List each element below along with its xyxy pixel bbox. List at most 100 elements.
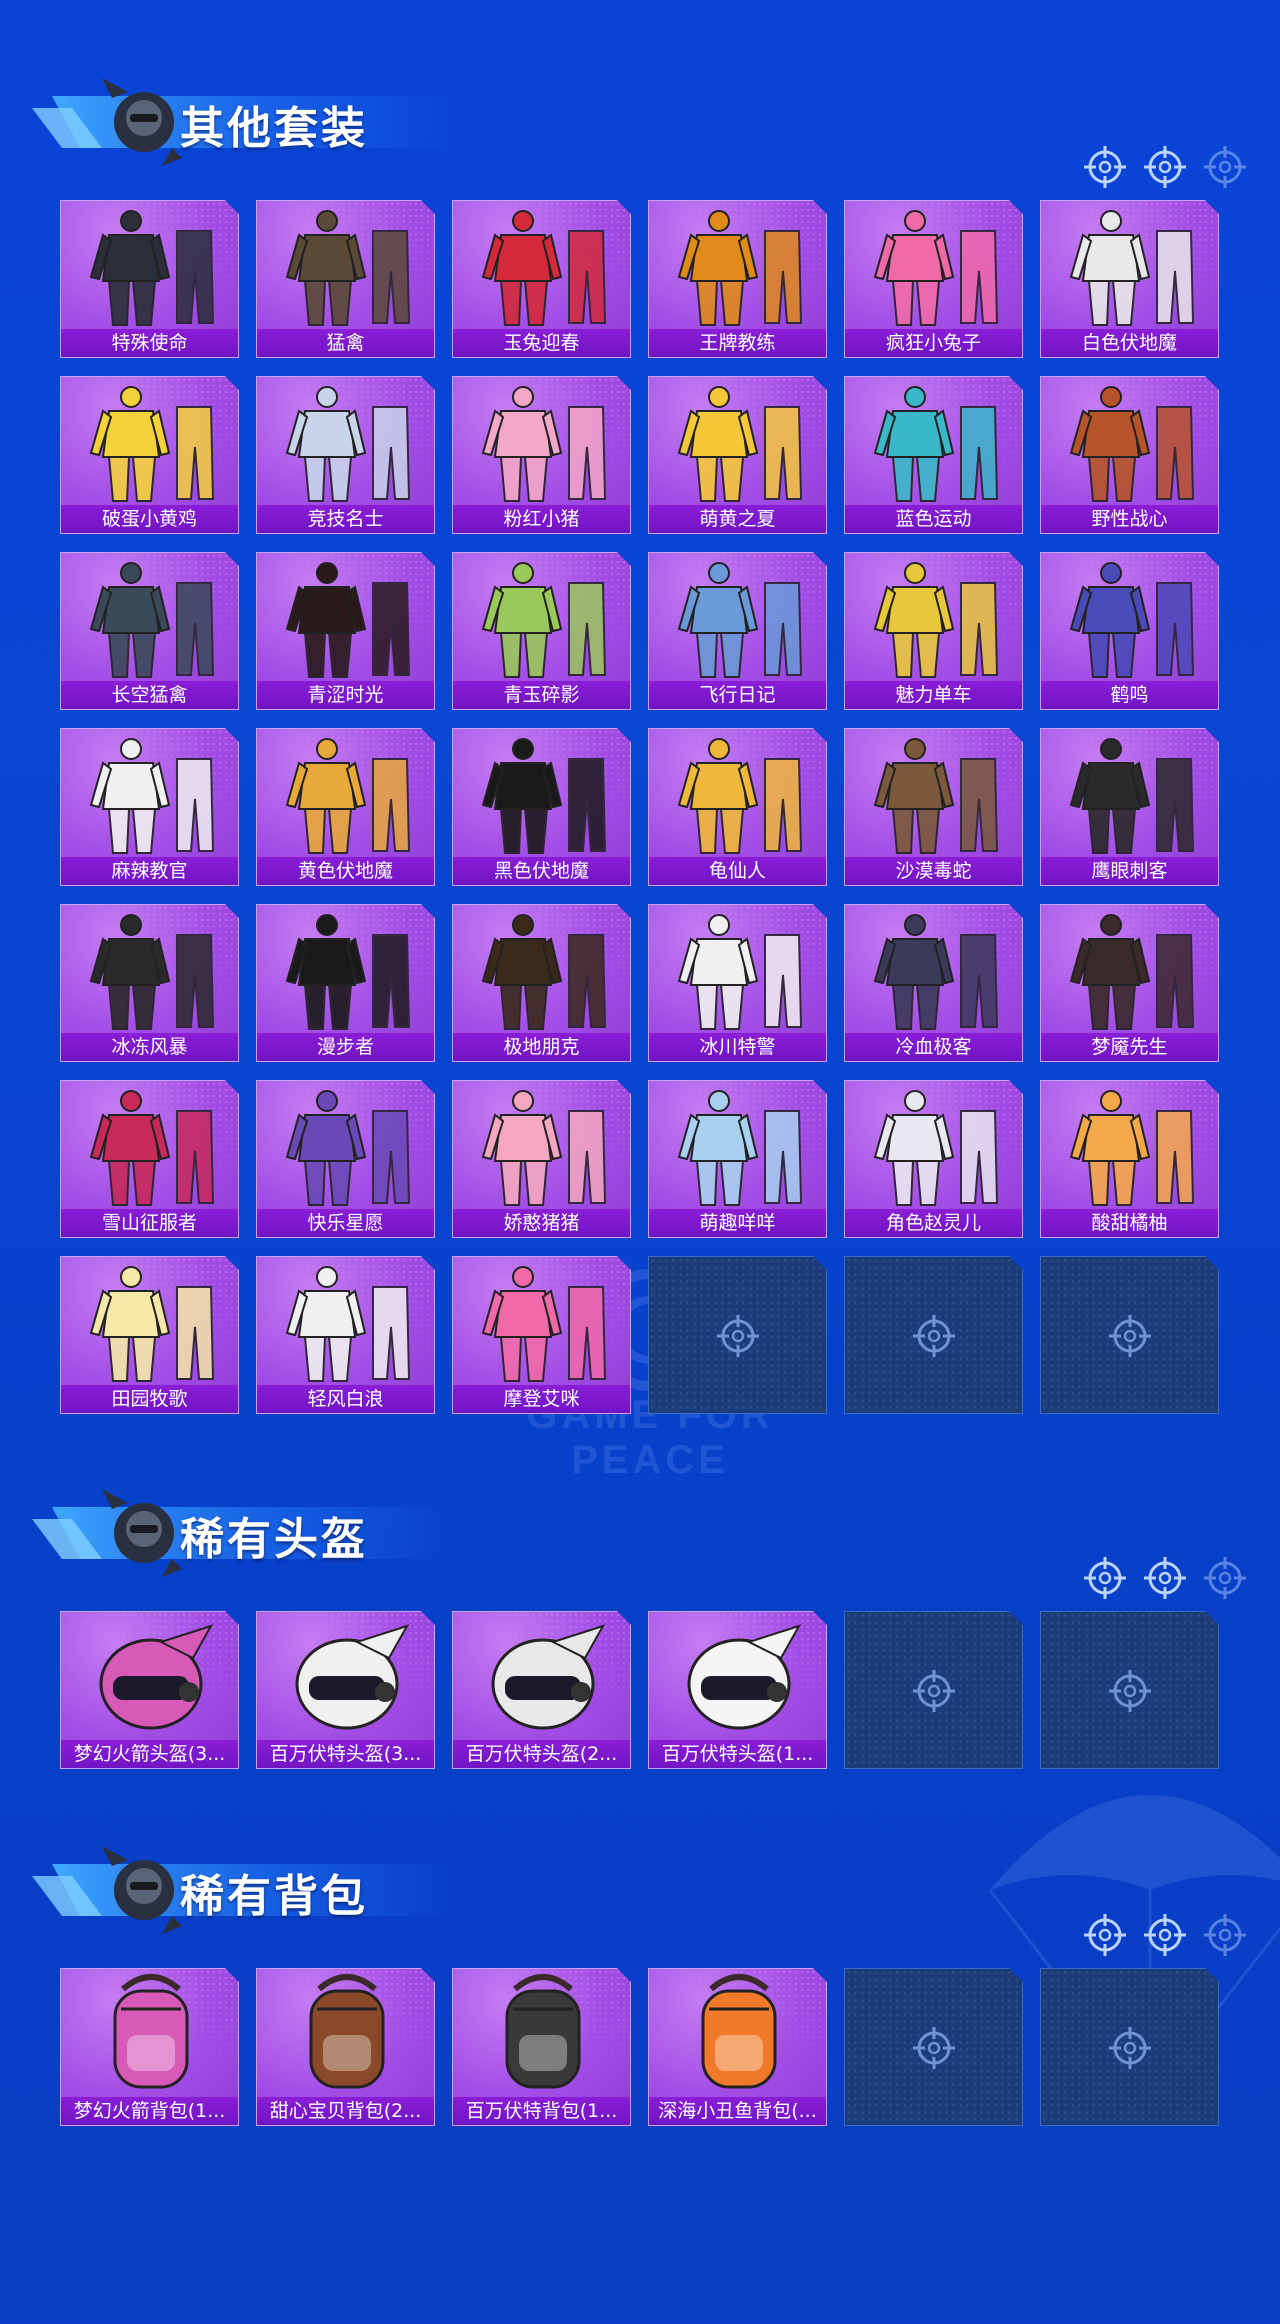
crosshair-icon	[1108, 1314, 1152, 1358]
item-card[interactable]: 娇憨猪猪	[452, 1080, 631, 1238]
outfit-icon	[453, 905, 631, 1035]
item-label: 玉兔迎春	[453, 329, 630, 357]
item-card[interactable]: 冷血极客	[844, 904, 1023, 1062]
item-card[interactable]: 鹤鸣	[1040, 552, 1219, 710]
item-grid: 梦幻火箭背包(1... 甜心宝贝背包(2... 百万伏特背包(1... 深海小丑鱼背包…	[60, 1968, 1219, 2126]
crosshair-icon	[912, 1669, 956, 1713]
item-card[interactable]: 白色伏地魔	[1040, 200, 1219, 358]
item-card[interactable]: 猛禽	[256, 200, 435, 358]
item-label: 冷血极客	[845, 1033, 1022, 1061]
item-label: 魅力单车	[845, 681, 1022, 709]
item-card[interactable]: 百万伏特背包(1...	[452, 1968, 631, 2126]
outfit-icon	[845, 905, 1023, 1035]
item-card[interactable]: 黄色伏地魔	[256, 728, 435, 886]
outfit-icon	[61, 377, 239, 507]
item-card[interactable]: 沙漠毒蛇	[844, 728, 1023, 886]
section-header: 其他套装	[0, 50, 1280, 188]
item-label: 沙漠毒蛇	[845, 857, 1022, 885]
item-card[interactable]: 冰冻风暴	[60, 904, 239, 1062]
item-card[interactable]: 疯狂小兔子	[844, 200, 1023, 358]
crosshair-icon	[1144, 1914, 1186, 1956]
item-card[interactable]: 百万伏特头盔(2...	[452, 1611, 631, 1769]
item-label: 甜心宝贝背包(2...	[257, 2097, 434, 2125]
item-label: 冰川特警	[649, 1033, 826, 1061]
item-card[interactable]: 长空猛禽	[60, 552, 239, 710]
item-card[interactable]: 梦幻火箭头盔(3...	[60, 1611, 239, 1769]
item-card[interactable]: 破蛋小黄鸡	[60, 376, 239, 534]
item-label: 鹤鸣	[1041, 681, 1218, 709]
item-card[interactable]: 冰川特警	[648, 904, 827, 1062]
item-card[interactable]: 酸甜橘柚	[1040, 1080, 1219, 1238]
item-card[interactable]: 梦幻火箭背包(1...	[60, 1968, 239, 2126]
item-label: 冰冻风暴	[61, 1033, 238, 1061]
item-card[interactable]: 雪山征服者	[60, 1080, 239, 1238]
item-card[interactable]: 深海小丑鱼背包(...	[648, 1968, 827, 2126]
item-section: 稀有头盔 梦幻火箭头盔(3... 百万伏特头盔(3... 百万伏特头盔(2... 百万伏…	[0, 1461, 1280, 1581]
item-label: 漫步者	[257, 1033, 434, 1061]
item-grid: 特殊使命 猛禽 玉兔迎春 王牌教练 疯狂小兔子 白色伏地魔破蛋小黄鸡 竞技名士 粉红小猪 萌黄之…	[60, 200, 1219, 1414]
item-label: 深海小丑鱼背包(...	[649, 2097, 826, 2125]
outfit-icon	[453, 201, 631, 331]
outfit-icon	[649, 201, 827, 331]
item-card[interactable]: 魅力单车	[844, 552, 1023, 710]
outfit-icon	[453, 1081, 631, 1211]
item-card[interactable]: 龟仙人	[648, 728, 827, 886]
item-card[interactable]: 青涩时光	[256, 552, 435, 710]
item-card[interactable]: 萌黄之夏	[648, 376, 827, 534]
outfit-icon	[649, 553, 827, 683]
item-card[interactable]: 甜心宝贝背包(2...	[256, 1968, 435, 2126]
item-label: 特殊使命	[61, 329, 238, 357]
item-card[interactable]: 黑色伏地魔	[452, 728, 631, 886]
empty-slot	[844, 1256, 1023, 1414]
item-label: 黄色伏地魔	[257, 857, 434, 885]
item-card[interactable]: 麻辣教官	[60, 728, 239, 886]
empty-slot	[1040, 1968, 1219, 2126]
item-card[interactable]: 鹰眼刺客	[1040, 728, 1219, 886]
section-title: 稀有头盔	[180, 1514, 368, 1565]
item-label: 角色赵灵儿	[845, 1209, 1022, 1237]
crosshair-icon	[1144, 146, 1186, 188]
item-label: 萌黄之夏	[649, 505, 826, 533]
outfit-icon	[61, 729, 239, 859]
empty-slot	[844, 1611, 1023, 1769]
outfit-icon	[257, 1081, 435, 1211]
item-card[interactable]: 角色赵灵儿	[844, 1080, 1023, 1238]
item-card[interactable]: 青玉碎影	[452, 552, 631, 710]
item-card[interactable]: 百万伏特头盔(1...	[648, 1611, 827, 1769]
item-card[interactable]: 王牌教练	[648, 200, 827, 358]
item-card[interactable]: 萌趣咩咩	[648, 1080, 827, 1238]
item-card[interactable]: 漫步者	[256, 904, 435, 1062]
item-label: 快乐星愿	[257, 1209, 434, 1237]
outfit-icon	[257, 905, 435, 1035]
item-label: 蓝色运动	[845, 505, 1022, 533]
item-card[interactable]: 玉兔迎春	[452, 200, 631, 358]
item-label: 百万伏特头盔(2...	[453, 1740, 630, 1768]
outfit-icon	[453, 1257, 631, 1387]
item-card[interactable]: 飞行日记	[648, 552, 827, 710]
item-card[interactable]: 轻风白浪	[256, 1256, 435, 1414]
item-label: 麻辣教官	[61, 857, 238, 885]
crosshair-icon	[1108, 1669, 1152, 1713]
item-label: 极地朋克	[453, 1033, 630, 1061]
item-label: 梦幻火箭头盔(3...	[61, 1740, 238, 1768]
item-card[interactable]: 梦魇先生	[1040, 904, 1219, 1062]
crosshair-icon	[912, 1314, 956, 1358]
item-card[interactable]: 快乐星愿	[256, 1080, 435, 1238]
item-card[interactable]: 摩登艾咪	[452, 1256, 631, 1414]
item-card[interactable]: 粉红小猪	[452, 376, 631, 534]
item-card[interactable]: 蓝色运动	[844, 376, 1023, 534]
helmet-icon	[453, 1612, 631, 1742]
item-card[interactable]: 野性战心	[1040, 376, 1219, 534]
crosshair-icon	[1084, 1914, 1126, 1956]
item-card[interactable]: 极地朋克	[452, 904, 631, 1062]
item-card[interactable]: 特殊使命	[60, 200, 239, 358]
outfit-icon	[1041, 553, 1219, 683]
item-section: 其他套装 特殊使命 猛禽 玉兔迎春 王牌教练 疯狂小兔子 白色伏地魔 破蛋小黄鸡 竞技名士 粉红小…	[0, 50, 1280, 170]
outfit-icon	[649, 1081, 827, 1211]
item-card[interactable]: 竞技名士	[256, 376, 435, 534]
outfit-icon	[61, 905, 239, 1035]
item-card[interactable]: 田园牧歌	[60, 1256, 239, 1414]
crosshair-icon	[912, 2026, 956, 2070]
item-card[interactable]: 百万伏特头盔(3...	[256, 1611, 435, 1769]
crosshair-icon	[1204, 1557, 1246, 1599]
